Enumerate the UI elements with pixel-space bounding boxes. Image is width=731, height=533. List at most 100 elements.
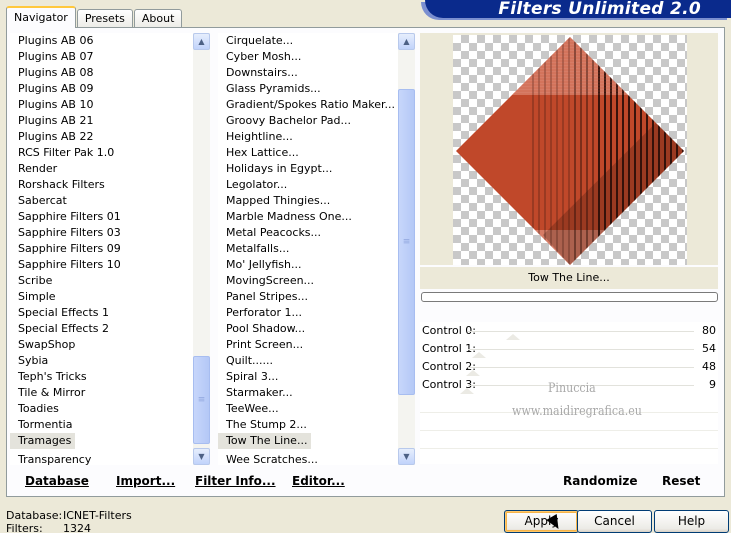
list-item-label: Downstairs... xyxy=(226,66,298,79)
randomize-button[interactable]: Randomize xyxy=(563,474,637,488)
list-item-label: Mo' Jellyfish... xyxy=(226,258,302,271)
filter-list[interactable]: Cirquelate... Cyber Mosh... Downstairs... G… xyxy=(218,33,415,465)
list-item[interactable]: Plugins AB 22 xyxy=(10,129,192,145)
list-item[interactable]: Transparency xyxy=(10,452,192,465)
database-button[interactable]: Database xyxy=(25,474,89,488)
list-item[interactable]: RCS Filter Pak 1.0 xyxy=(10,145,192,161)
list-item[interactable]: Holidays in Egypt... xyxy=(218,161,397,177)
filter-scrollbar[interactable]: ▲ ≡ ▼ xyxy=(398,33,415,465)
list-item[interactable]: Plugins AB 07 xyxy=(10,49,192,65)
database-status-value: ICNET-Filters xyxy=(63,509,132,522)
list-item[interactable]: Tile & Mirror xyxy=(10,385,192,401)
control-2-row[interactable]: Control 2: 48 xyxy=(420,358,718,376)
slider-handle[interactable] xyxy=(460,388,474,394)
list-item[interactable]: Render xyxy=(10,161,192,177)
list-item-label: Rorshack Filters xyxy=(18,178,105,191)
list-item[interactable]: SwapShop xyxy=(10,337,192,353)
list-item[interactable]: Wee Scratches... xyxy=(218,452,397,465)
list-item[interactable]: Cirquelate... xyxy=(218,33,397,49)
scroll-up-icon[interactable]: ▲ xyxy=(398,33,415,50)
list-item[interactable]: Plugins AB 09 xyxy=(10,81,192,97)
list-item[interactable]: Simple xyxy=(10,289,192,305)
list-item-label: Sapphire Filters 01 xyxy=(18,210,121,223)
list-item-label: Groovy Bachelor Pad... xyxy=(226,114,352,127)
list-item[interactable]: Tow The Line... xyxy=(218,433,397,452)
list-item-label: Plugins AB 06 xyxy=(18,34,94,47)
list-item-label: Metal Peacocks... xyxy=(226,226,322,239)
list-item[interactable]: Metal Peacocks... xyxy=(218,225,397,241)
list-item[interactable]: Sapphire Filters 03 xyxy=(10,225,192,241)
list-item[interactable]: Sabercat xyxy=(10,193,192,209)
control-1-row[interactable]: Control 1: 54 xyxy=(420,340,718,358)
list-item[interactable]: Gradient/Spokes Ratio Maker... xyxy=(218,97,397,113)
list-item[interactable]: The Stump 2... xyxy=(218,417,397,433)
list-item[interactable]: Pool Shadow... xyxy=(218,321,397,337)
tab-navigator[interactable]: Navigator xyxy=(6,6,76,28)
selected-filter-name: Tow The Line... xyxy=(420,267,718,289)
list-item-label: Tramages xyxy=(10,433,76,449)
import-button[interactable]: Import... xyxy=(116,474,175,488)
list-item[interactable]: Tormentia xyxy=(10,417,192,433)
list-item[interactable]: Mo' Jellyfish... xyxy=(218,257,397,273)
list-item-label: Heightline... xyxy=(226,130,293,143)
list-item-label: Plugins AB 10 xyxy=(18,98,94,111)
list-item[interactable]: Marble Madness One... xyxy=(218,209,397,225)
tab-about[interactable]: About xyxy=(133,9,183,28)
control-value: 9 xyxy=(709,378,716,391)
list-item[interactable]: Metalfalls... xyxy=(218,241,397,257)
scroll-thumb[interactable]: ≡ xyxy=(398,89,415,395)
scroll-down-icon[interactable]: ▼ xyxy=(398,448,415,465)
scroll-thumb[interactable]: ≡ xyxy=(193,356,210,444)
list-item[interactable]: Tramages xyxy=(10,433,192,452)
scroll-down-icon[interactable]: ▼ xyxy=(193,448,210,465)
list-item[interactable]: Plugins AB 10 xyxy=(10,97,192,113)
editor-button[interactable]: Editor... xyxy=(292,474,345,488)
filter-info-button[interactable]: Filter Info... xyxy=(195,474,276,488)
reset-button[interactable]: Reset xyxy=(662,474,700,488)
list-item[interactable]: Sybia xyxy=(10,353,192,369)
list-item[interactable]: Mapped Thingies... xyxy=(218,193,397,209)
list-item[interactable]: Spiral 3... xyxy=(218,369,397,385)
list-item[interactable]: Plugins AB 06 xyxy=(10,33,192,49)
list-item-label: Tow The Line... xyxy=(218,433,312,449)
list-item[interactable]: Plugins AB 21 xyxy=(10,113,192,129)
control-slider[interactable] xyxy=(468,367,694,368)
list-item[interactable]: Toadies xyxy=(10,401,192,417)
apply-button[interactable]: Apply xyxy=(504,510,579,533)
list-item[interactable]: Special Effects 2 xyxy=(10,321,192,337)
control-slider[interactable] xyxy=(468,331,694,332)
list-item[interactable]: Scribe xyxy=(10,273,192,289)
control-slider[interactable] xyxy=(468,349,694,350)
list-item[interactable]: Sapphire Filters 01 xyxy=(10,209,192,225)
list-item[interactable]: Teph's Tricks xyxy=(10,369,192,385)
list-item[interactable]: Perforator 1... xyxy=(218,305,397,321)
list-item[interactable]: Hex Lattice... xyxy=(218,145,397,161)
help-button[interactable]: Help xyxy=(654,510,729,533)
list-item[interactable]: Cyber Mosh... xyxy=(218,49,397,65)
list-item[interactable]: MovingScreen... xyxy=(218,273,397,289)
list-item[interactable]: Legolator... xyxy=(218,177,397,193)
list-item[interactable]: Special Effects 1 xyxy=(10,305,192,321)
list-item-label: The Stump 2... xyxy=(226,418,307,431)
list-item[interactable]: Sapphire Filters 10 xyxy=(10,257,192,273)
list-item[interactable]: Plugins AB 08 xyxy=(10,65,192,81)
tab-presets[interactable]: Presets xyxy=(76,9,133,28)
list-item[interactable]: Starmaker... xyxy=(218,385,397,401)
list-item[interactable]: Rorshack Filters xyxy=(10,177,192,193)
list-item[interactable]: Panel Stripes... xyxy=(218,289,397,305)
list-item[interactable]: Glass Pyramids... xyxy=(218,81,397,97)
list-item[interactable]: Quilt...... xyxy=(218,353,397,369)
list-item-label: Teph's Tricks xyxy=(18,370,87,383)
category-scrollbar[interactable]: ▲ ≡ ▼ xyxy=(193,33,210,465)
category-list[interactable]: Plugins AB 06 Plugins AB 07 Plugins AB 08 P… xyxy=(10,33,210,465)
watermark-name: Pinuccia xyxy=(548,381,596,396)
cancel-button[interactable]: Cancel xyxy=(577,510,652,533)
list-item[interactable]: Sapphire Filters 09 xyxy=(10,241,192,257)
list-item[interactable]: Heightline... xyxy=(218,129,397,145)
list-item[interactable]: Print Screen... xyxy=(218,337,397,353)
list-item[interactable]: Downstairs... xyxy=(218,65,397,81)
list-item[interactable]: TeeWee... xyxy=(218,401,397,417)
list-item[interactable]: Groovy Bachelor Pad... xyxy=(218,113,397,129)
scroll-up-icon[interactable]: ▲ xyxy=(193,33,210,50)
control-0-row[interactable]: Control 0: 80 xyxy=(420,322,718,340)
